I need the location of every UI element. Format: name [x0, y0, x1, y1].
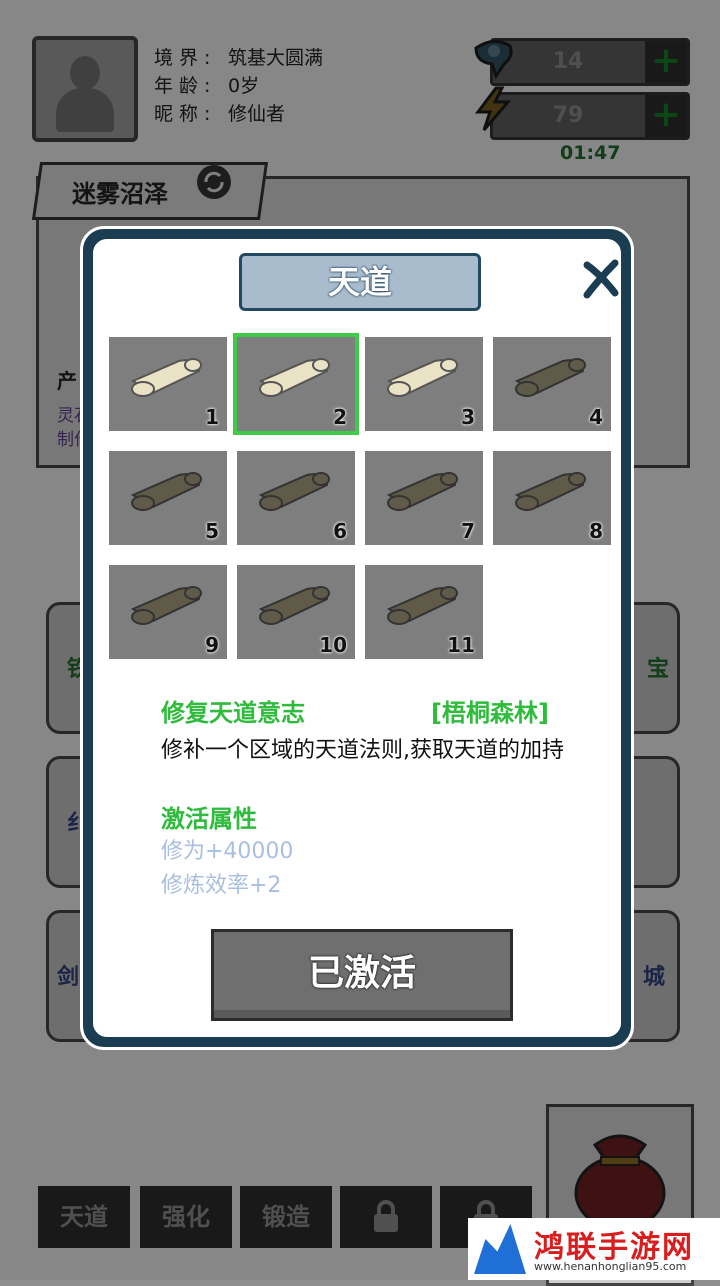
- scroll-cell-8[interactable]: 8: [493, 451, 611, 545]
- scroll-icon: [514, 358, 586, 397]
- activated-button[interactable]: 已激活: [211, 929, 513, 1021]
- scroll-number: 5: [205, 519, 219, 543]
- scroll-cell-5[interactable]: 5: [109, 451, 227, 545]
- scroll-number: 9: [205, 633, 219, 657]
- attribute-efficiency: 修炼效率+2: [161, 873, 282, 898]
- scroll-number: 3: [461, 405, 475, 429]
- scroll-cell-4[interactable]: 4: [493, 337, 611, 431]
- scroll-cell-7[interactable]: 7: [365, 451, 483, 545]
- scroll-number: 2: [333, 405, 347, 429]
- attribute-cultivation: 修为+40000: [161, 839, 294, 864]
- site-watermark: 鸿联手游网 www.henanhonglian95.com: [468, 1218, 720, 1280]
- scroll-icon: [258, 358, 330, 397]
- tiandao-modal: 天道 1 2 3 4 5 6 7 8 9 10 11 修复天道意志 [梧桐森林]…: [80, 226, 634, 1050]
- skill-description: 修补一个区域的天道法则,获取天道的加持: [161, 738, 564, 763]
- scroll-icon: [130, 586, 202, 625]
- scroll-number: 7: [461, 519, 475, 543]
- mountain-logo-icon: [474, 1224, 526, 1274]
- scroll-cell-10[interactable]: 10: [237, 565, 355, 659]
- activated-button-label: 已激活: [307, 953, 416, 994]
- modal-title-box: 天道: [239, 253, 481, 311]
- skill-name: 修复天道意志: [161, 699, 305, 727]
- scroll-icon: [258, 472, 330, 511]
- scroll-number: 1: [205, 405, 219, 429]
- scroll-icon: [130, 358, 202, 397]
- close-icon[interactable]: [581, 259, 621, 299]
- watermark-url: www.henanhonglian95.com: [534, 1260, 687, 1273]
- scroll-icon: [130, 472, 202, 511]
- scroll-cell-9[interactable]: 9: [109, 565, 227, 659]
- scroll-cell-2[interactable]: 2: [233, 333, 359, 435]
- scroll-icon: [258, 586, 330, 625]
- scroll-icon: [514, 472, 586, 511]
- scroll-icon: [386, 358, 458, 397]
- scroll-cell-11[interactable]: 11: [365, 565, 483, 659]
- scroll-icon: [386, 586, 458, 625]
- scroll-icon: [386, 472, 458, 511]
- scroll-number: 11: [447, 633, 475, 657]
- scroll-cell-1[interactable]: 1: [109, 337, 227, 431]
- scroll-number: 10: [319, 633, 347, 657]
- modal-title: 天道: [327, 263, 392, 301]
- scroll-number: 6: [333, 519, 347, 543]
- scroll-cell-3[interactable]: 3: [365, 337, 483, 431]
- skill-region: [梧桐森林]: [431, 699, 549, 727]
- scroll-number: 8: [589, 519, 603, 543]
- scroll-cell-6[interactable]: 6: [237, 451, 355, 545]
- activation-attributes-title: 激活属性: [161, 805, 257, 833]
- scroll-number: 4: [589, 405, 603, 429]
